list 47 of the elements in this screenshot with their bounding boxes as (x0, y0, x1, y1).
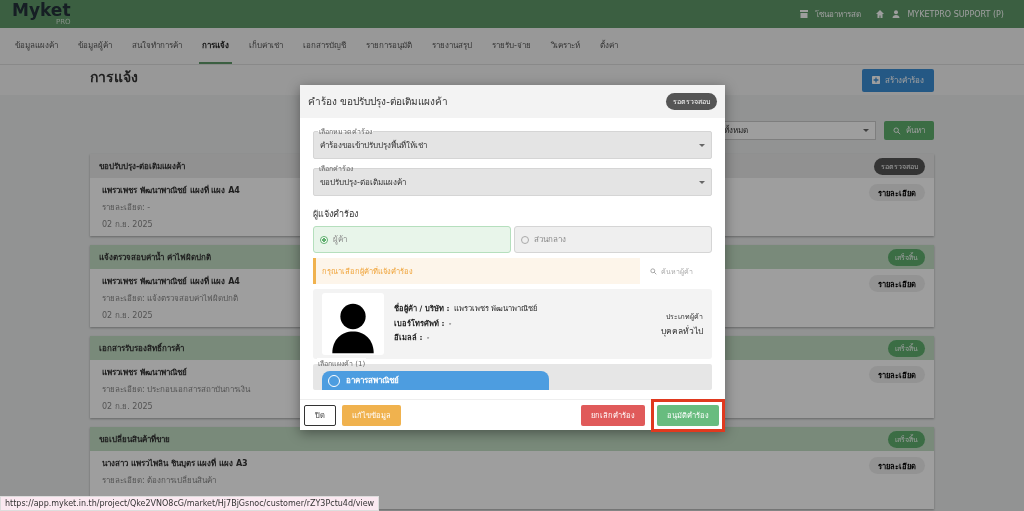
card-detail: รายละเอียด: แจ้งตรวจสอบค่าไฟผิดปกติ (102, 293, 240, 305)
card-date: 02 ก.ย. 2025 (102, 310, 154, 322)
card-title: ขอเปลี่ยนสินค้าที่ขาย (99, 433, 170, 446)
nav-tab[interactable]: วิเคราะห์ (547, 28, 583, 64)
store-icon (799, 9, 810, 19)
caret-icon (699, 180, 705, 184)
card-title: เอกสารรับรองสิทธิ์การค้า (99, 341, 184, 355)
nav-tab[interactable]: เก็บค่าเช่า (246, 28, 286, 64)
nav-tab[interactable]: ข้อมูลแผงค้า (12, 28, 61, 64)
card-title: แจ้งตรวจสอบค่าน้ำ ค่าไฟผิดปกติ (99, 250, 211, 264)
nav-tab[interactable]: เอกสารบัญชี (300, 28, 349, 64)
dialog-title: คำร้อง ขอปรับปรุง-ต่อเติมแผงค้า (308, 95, 448, 109)
card-date: 02 ก.ย. 2025 (102, 401, 154, 413)
search-icon (893, 126, 901, 135)
person-silhouette-icon (330, 301, 376, 355)
nav-tab[interactable]: สนใจทำการค้า (129, 28, 185, 64)
card-date: 02 ก.ย. 2025 (102, 219, 154, 231)
card-name: นางสาว แพรวไพลิน ชินบุตร แผงที่ แผง A3 (102, 457, 248, 470)
nav-tab[interactable]: รายงานสรุป (429, 28, 475, 64)
search-button[interactable]: ค้นหา (884, 121, 934, 140)
nav-tab[interactable]: ข้อมูลผู้ค้า (75, 28, 115, 64)
radio-option[interactable]: ผู้ค้า (313, 226, 511, 253)
status-url: https://app.myket.in.th/project/Qke2VNO8cG/market/Hj7BjGsnoc/customer/rZY3Pctu4d/view (0, 496, 380, 511)
nav-tab[interactable]: รายการอนุมัติ (363, 28, 415, 64)
card-detail: รายละเอียด: ประกอบเอกสารสถาบันการเงิน (102, 384, 251, 396)
stall-chip[interactable]: อาคารสพาณิชย์ (322, 371, 549, 390)
card-detail: รายละเอียด: ต้องการเปลี่ยนสินค้า (102, 474, 218, 487)
type-value: บุคคลทั่วไป (661, 324, 703, 338)
user-name[interactable]: MYKETPRO SUPPORT (P) (907, 9, 1004, 19)
nav-tab[interactable]: รายรับ-จ่าย (489, 28, 534, 64)
zone-label[interactable]: โซนอาหารสด (815, 7, 862, 21)
caret-icon (699, 143, 705, 147)
create-button[interactable]: สร้างคำร้อง (862, 68, 934, 92)
card-name: แพรวเพชร พัฒนาพาณิชย์ (102, 366, 188, 379)
card-name: แพรวเพชร พัฒนาพาณิชย์ แผงที่ แผง A4 (102, 275, 240, 288)
card-title: ขอปรับปรุง-ต่อเติมแผงค้า (99, 160, 186, 173)
section-heading: ผู้แจ้งคำร้อง (313, 208, 359, 221)
caret-icon (863, 129, 869, 132)
card-name: แพรวเพชร พัฒนาพาณิชย์ แผงที่ แผง A4 (102, 184, 240, 197)
radio-option[interactable]: ส่วนกลาง (514, 226, 712, 253)
card-detail: รายละเอียด: - (102, 202, 152, 214)
search-icon (650, 267, 657, 275)
user-icon (891, 9, 902, 19)
page-title: การแจ้ง (90, 68, 138, 87)
plus-icon (872, 76, 880, 84)
nav-tab[interactable]: ตั้งค่า (596, 28, 621, 64)
home-icon[interactable] (875, 9, 886, 19)
